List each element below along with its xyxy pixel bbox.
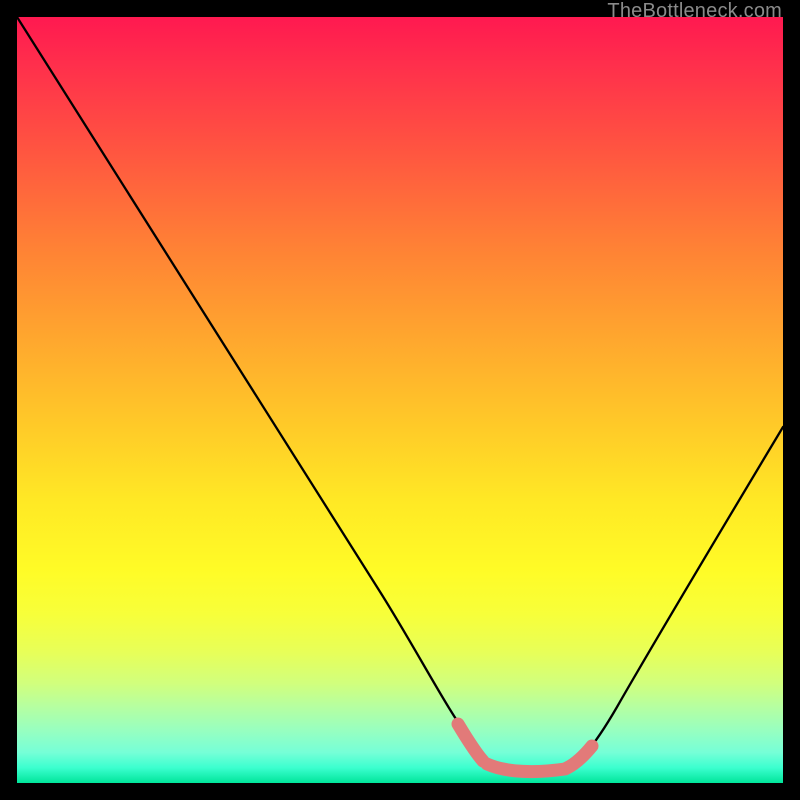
curve-layer	[17, 17, 783, 783]
bottleneck-curve	[17, 17, 783, 772]
plot-area	[17, 17, 783, 783]
highlight-min-region	[458, 724, 592, 772]
watermark-text: TheBottleneck.com	[607, 0, 782, 23]
chart-stage: TheBottleneck.com	[0, 0, 800, 800]
